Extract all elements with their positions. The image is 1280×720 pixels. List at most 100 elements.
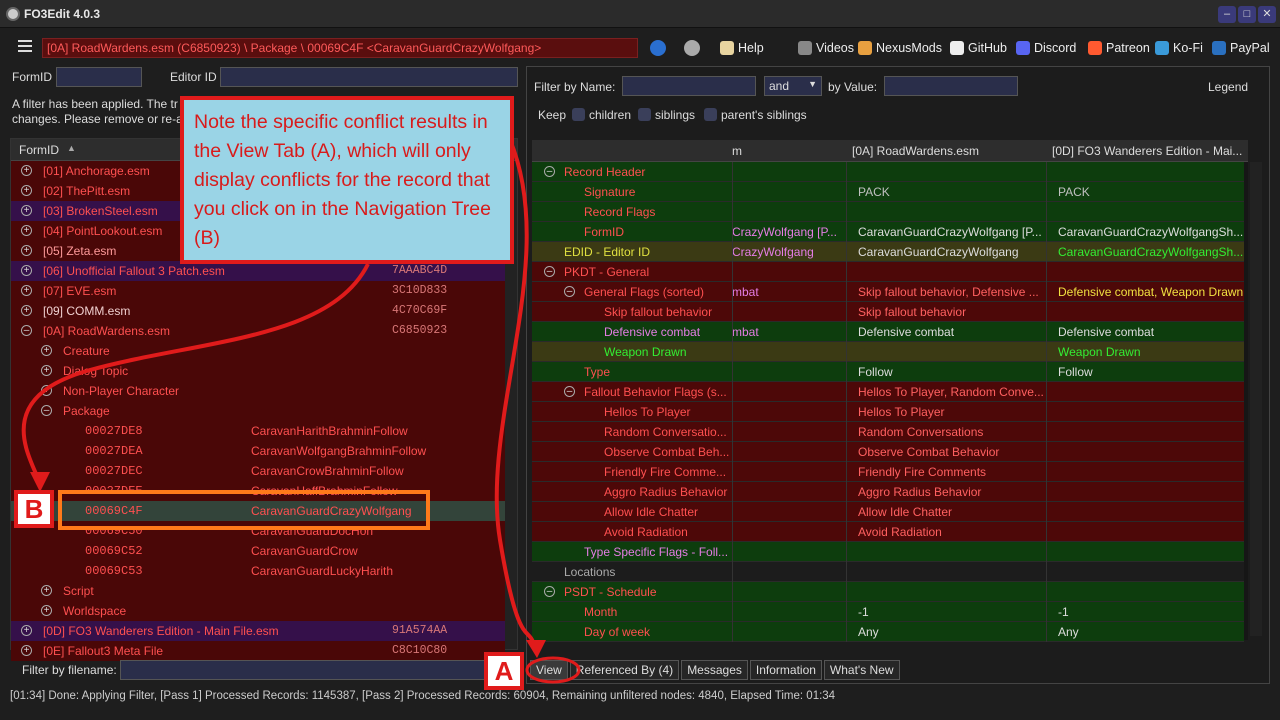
close-icon[interactable]: ✕: [1258, 6, 1276, 23]
expand-icon[interactable]: +: [21, 245, 32, 256]
tree-node[interactable]: + Worldspace: [11, 601, 505, 621]
tab-information[interactable]: Information: [749, 660, 822, 680]
tab-what-s-new[interactable]: What's New: [823, 660, 900, 680]
collapse-icon[interactable]: –: [41, 405, 52, 416]
settings-icon[interactable]: [684, 40, 700, 56]
grid-row[interactable]: Record Flags: [532, 202, 1244, 222]
grid-row[interactable]: Hellos To Player Hellos To Player: [532, 402, 1244, 422]
grid-row[interactable]: Skip fallout behavior Skip fallout behavi…: [532, 302, 1244, 322]
formid-column-header[interactable]: FormID: [19, 143, 59, 157]
toolbar-link-label: Patreon: [1106, 41, 1150, 55]
expand-icon[interactable]: +: [41, 585, 52, 596]
expand-icon[interactable]: +: [21, 305, 32, 316]
legend-button[interactable]: Legend: [1208, 80, 1248, 94]
tab-view[interactable]: View: [530, 660, 568, 680]
expand-icon[interactable]: +: [21, 265, 32, 276]
grid-row[interactable]: Friendly Fire Comme... Friendly Fire Comm…: [532, 462, 1244, 482]
filter-filename-input[interactable]: [120, 660, 516, 680]
collapse-icon[interactable]: –: [21, 325, 32, 336]
grid-row[interactable]: Day of week Any Any: [532, 622, 1244, 642]
tree-node[interactable]: + [06] Unofficial Fallout 3 Patch.esm 7AAA…: [11, 261, 505, 281]
grid-col-3[interactable]: [0D] FO3 Wanderers Edition - Mai...: [1052, 144, 1242, 158]
grid-row[interactable]: Signature PACK PACK: [532, 182, 1244, 202]
grid-col-2[interactable]: [0A] RoadWardens.esm: [852, 144, 979, 158]
tree-record-row[interactable]: 00027DEE CaravanHaffBrahminFollow: [11, 481, 505, 501]
grid-row[interactable]: Locations: [532, 562, 1244, 582]
toolbar-link-videos[interactable]: Videos: [798, 40, 854, 56]
grid-row[interactable]: – PSDT - Schedule: [532, 582, 1244, 602]
grid-row[interactable]: – Fallout Behavior Flags (s... Hellos To P…: [532, 382, 1244, 402]
grid-row[interactable]: Month -1 -1: [532, 602, 1244, 622]
grid-row[interactable]: Type Follow Follow: [532, 362, 1244, 382]
expand-icon[interactable]: +: [41, 605, 52, 616]
toolbar-link-ko-fi[interactable]: Ko-Fi: [1155, 40, 1203, 56]
expand-icon[interactable]: +: [41, 385, 52, 396]
grid-row[interactable]: – Record Header: [532, 162, 1244, 182]
back-icon[interactable]: [650, 40, 666, 56]
grid-row[interactable]: Type Specific Flags - Foll...: [532, 542, 1244, 562]
tree-record-row[interactable]: 00069C50 CaravanGuardDocHon: [11, 521, 505, 541]
grid-row[interactable]: FormID CrazyWolfgang [P... CaravanGuardCra…: [532, 222, 1244, 242]
expand-icon[interactable]: +: [21, 645, 32, 656]
grid-row[interactable]: – PKDT - General: [532, 262, 1244, 282]
grid-row[interactable]: Avoid Radiation Avoid Radiation: [532, 522, 1244, 542]
minimize-icon[interactable]: –: [1218, 6, 1236, 23]
filter-value-input[interactable]: [884, 76, 1018, 96]
grid-row[interactable]: Weapon Drawn Weapon Drawn: [532, 342, 1244, 362]
formid-input[interactable]: [56, 67, 142, 87]
tree-node[interactable]: + [0D] FO3 Wanderers Edition - Main File.…: [11, 621, 505, 641]
menu-icon[interactable]: [18, 40, 32, 52]
expand-icon[interactable]: +: [41, 345, 52, 356]
grid-row[interactable]: EDID - Editor ID CrazyWolfgang CaravanGuar…: [532, 242, 1244, 262]
toolbar-link-github[interactable]: GitHub: [950, 40, 1007, 56]
grid-row[interactable]: Observe Combat Beh... Observe Combat Beha…: [532, 442, 1244, 462]
tab-referenced-by-[interactable]: Referenced By (4): [569, 660, 680, 680]
grid-cell-col3: CaravanGuardCrazyWolfgangSh...: [1058, 245, 1244, 259]
children-checkbox[interactable]: children: [572, 108, 631, 122]
record-grid[interactable]: m [0A] RoadWardens.esm [0D] FO3 Wanderer…: [532, 140, 1248, 642]
grid-row[interactable]: – General Flags (sorted) mbat Skip fallout …: [532, 282, 1244, 302]
tree-node[interactable]: – [0A] RoadWardens.esm C6850923: [11, 321, 505, 341]
grid-cell-col3: Follow: [1058, 365, 1093, 379]
grid-row[interactable]: Allow Idle Chatter Allow Idle Chatter: [532, 502, 1244, 522]
tree-node[interactable]: + [09] COMM.esm 4C70C69F: [11, 301, 505, 321]
expand-icon[interactable]: +: [21, 285, 32, 296]
tree-record-row[interactable]: 00069C52 CaravanGuardCrow: [11, 541, 505, 561]
toolbar-link-nexusmods[interactable]: NexusMods: [858, 40, 942, 56]
grid-scrollbar[interactable]: [1250, 162, 1262, 636]
maximize-icon[interactable]: □: [1238, 6, 1256, 23]
expand-icon[interactable]: +: [21, 205, 32, 216]
siblings-checkbox[interactable]: siblings: [638, 108, 695, 122]
tab-messages[interactable]: Messages: [681, 660, 748, 680]
toolbar-link-help[interactable]: Help: [720, 40, 764, 56]
tree-record-row[interactable]: 00027DEA CaravanWolfgangBrahminFollow: [11, 441, 505, 461]
tree-node[interactable]: – Package: [11, 401, 505, 421]
tree-record-row[interactable]: 00027DE8 CaravanHarithBrahminFollow: [11, 421, 505, 441]
parents-siblings-checkbox[interactable]: parent's siblings: [704, 108, 807, 122]
tree-node[interactable]: + Script: [11, 581, 505, 601]
tree-record-row[interactable]: 00027DEC CaravanCrowBrahminFollow: [11, 461, 505, 481]
toolbar-link-patreon[interactable]: Patreon: [1088, 40, 1150, 56]
toolbar-link-discord[interactable]: Discord: [1016, 40, 1076, 56]
expand-icon[interactable]: +: [21, 185, 32, 196]
tree-node[interactable]: + [07] EVE.esm 3C10D833: [11, 281, 505, 301]
and-select[interactable]: and ▼: [764, 76, 822, 96]
grid-col-1[interactable]: m: [732, 144, 742, 158]
expand-icon[interactable]: +: [21, 225, 32, 236]
tree-node[interactable]: + Non-Player Character: [11, 381, 505, 401]
expand-icon[interactable]: +: [21, 165, 32, 176]
grid-row[interactable]: Random Conversatio... Random Conversation…: [532, 422, 1244, 442]
toolbar-link-paypal[interactable]: PayPal: [1212, 40, 1270, 56]
tree-node[interactable]: + Dialog Topic: [11, 361, 505, 381]
grid-row[interactable]: Aggro Radius Behavior Aggro Radius Behavi…: [532, 482, 1244, 502]
expand-icon[interactable]: +: [21, 625, 32, 636]
expand-icon[interactable]: +: [41, 365, 52, 376]
tree-record-row[interactable]: 00069C53 CaravanGuardLuckyHarith: [11, 561, 505, 581]
tree-node[interactable]: + [0E] Fallout3 Meta File C8C10C80: [11, 641, 505, 661]
grid-cell-col2: Hellos To Player: [858, 405, 945, 419]
filter-name-input[interactable]: [622, 76, 756, 96]
tree-node[interactable]: + Creature: [11, 341, 505, 361]
tree-record-row[interactable]: 00069C4F CaravanGuardCrazyWolfgang: [11, 501, 505, 521]
grid-row[interactable]: Defensive combat mbat Defensive combat Defe…: [532, 322, 1244, 342]
editorid-input[interactable]: [220, 67, 518, 87]
